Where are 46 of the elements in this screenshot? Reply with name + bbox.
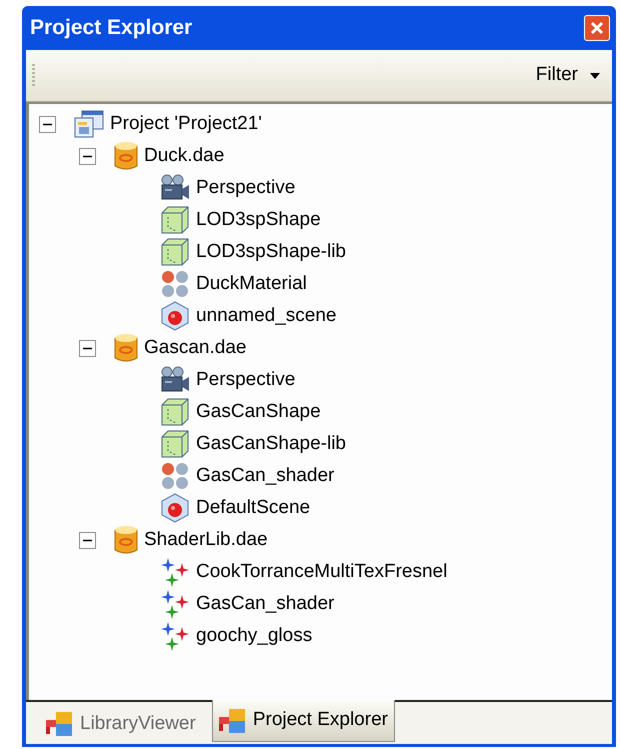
- tree-item-label[interactable]: LOD3spShape-lib: [196, 238, 346, 266]
- tree-item-label[interactable]: LOD3spShape: [196, 206, 321, 234]
- collapse-toggle[interactable]: [39, 116, 56, 132]
- tree-item-label[interactable]: DefaultScene: [196, 494, 310, 522]
- sparkles-icon: [160, 589, 190, 619]
- tree-item-label[interactable]: DuckMaterial: [196, 270, 307, 298]
- panel-tab[interactable]: LibraryViewer: [30, 704, 212, 744]
- tree-item-label[interactable]: ShaderLib.dae: [144, 526, 268, 554]
- tree-item-label[interactable]: Project 'Project21': [110, 110, 262, 138]
- window-stack-icon: [46, 710, 74, 738]
- database-icon: [114, 525, 138, 555]
- movie-camera-icon: [160, 366, 190, 394]
- close-button[interactable]: [584, 15, 610, 41]
- tree-item-label[interactable]: Gascan.dae: [144, 334, 246, 362]
- sparkles-icon: [160, 557, 190, 587]
- tree-item-label[interactable]: unnamed_scene: [196, 302, 336, 330]
- database-icon: [114, 333, 138, 363]
- grip-icon: [32, 62, 36, 88]
- cube-icon: [160, 237, 190, 267]
- spheres-icon: [160, 461, 190, 491]
- database-icon: [114, 141, 138, 171]
- tree-item-label[interactable]: goochy_gloss: [196, 622, 312, 650]
- tree-item-label[interactable]: Perspective: [196, 174, 296, 202]
- cube-icon: [160, 429, 190, 459]
- window-stack-icon: [218, 706, 247, 734]
- cube-icon: [160, 397, 190, 427]
- spheres-icon: [160, 269, 190, 299]
- filter-dropdown[interactable]: Filter: [536, 61, 600, 90]
- collapse-toggle[interactable]: [79, 340, 96, 356]
- panel-tab[interactable]: Project Explorer: [212, 700, 395, 742]
- close-icon: [590, 21, 604, 35]
- cube-icon: [160, 205, 190, 235]
- collapse-toggle[interactable]: [79, 532, 96, 548]
- tree-item-label[interactable]: GasCanShape-lib: [196, 430, 346, 458]
- tree-item-label[interactable]: GasCan_shader: [196, 590, 334, 618]
- collapse-toggle[interactable]: [79, 148, 96, 164]
- tree-item-label[interactable]: Perspective: [196, 366, 296, 394]
- tree-item-label[interactable]: GasCan_shader: [196, 462, 334, 490]
- tree-item-label[interactable]: GasCanShape: [196, 398, 321, 426]
- window-title: Project Explorer: [30, 15, 192, 42]
- caret-icon: [590, 72, 600, 78]
- sparkles-icon: [160, 621, 190, 651]
- tree-item-label[interactable]: CookTorranceMultiTexFresnel: [196, 558, 448, 586]
- tree-item-label[interactable]: Duck.dae: [144, 142, 224, 170]
- movie-camera-icon: [160, 174, 190, 202]
- project-window-icon: [74, 110, 104, 138]
